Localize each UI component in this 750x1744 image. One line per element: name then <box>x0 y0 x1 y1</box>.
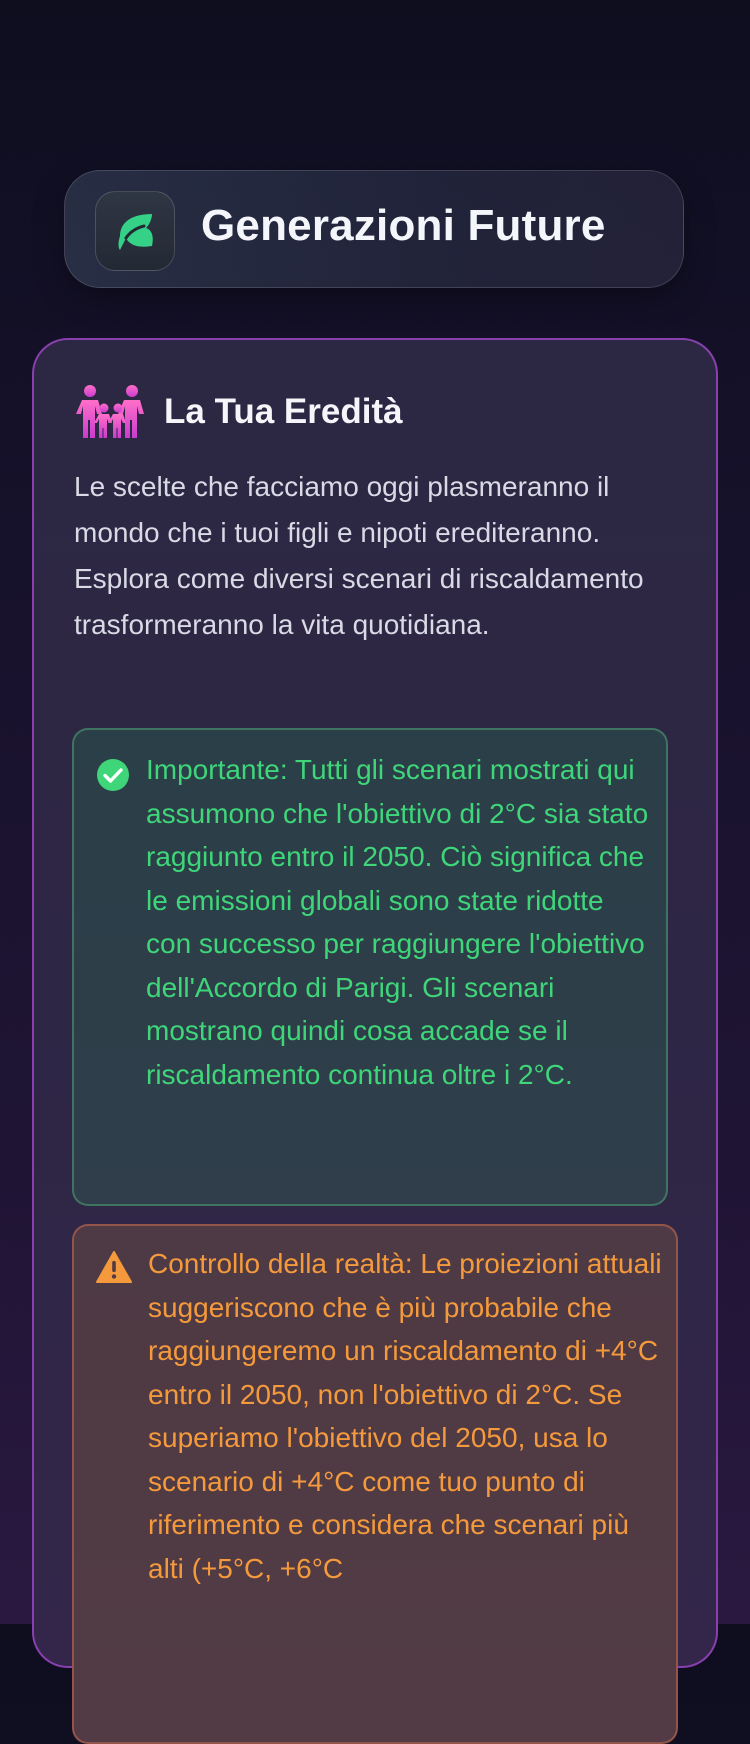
app-logo <box>95 191 175 271</box>
leaf-icon <box>118 214 153 250</box>
info-notice-text: Importante: Tutti gli scenari mostrati q… <box>146 754 649 1090</box>
warning-triangle-icon <box>96 1251 132 1283</box>
family-icon <box>76 385 144 438</box>
app-header: Generazioni Future <box>64 170 684 288</box>
warning-notice: Controllo della realtà: Le proiezioni at… <box>72 1224 678 1744</box>
card-title: La Tua Eredità <box>164 392 403 431</box>
card-header: La Tua Eredità <box>74 382 403 442</box>
check-circle-icon <box>97 759 129 791</box>
app-title: Generazioni Future <box>201 201 606 250</box>
card-description: Le scelte che facciamo oggi plasmeranno … <box>74 471 644 640</box>
warning-notice-text: Controllo della realtà: Le proiezioni at… <box>148 1248 662 1584</box>
info-notice: Importante: Tutti gli scenari mostrati q… <box>72 728 668 1206</box>
legacy-card: La Tua Eredità Le scelte che facciamo og… <box>32 338 718 1744</box>
